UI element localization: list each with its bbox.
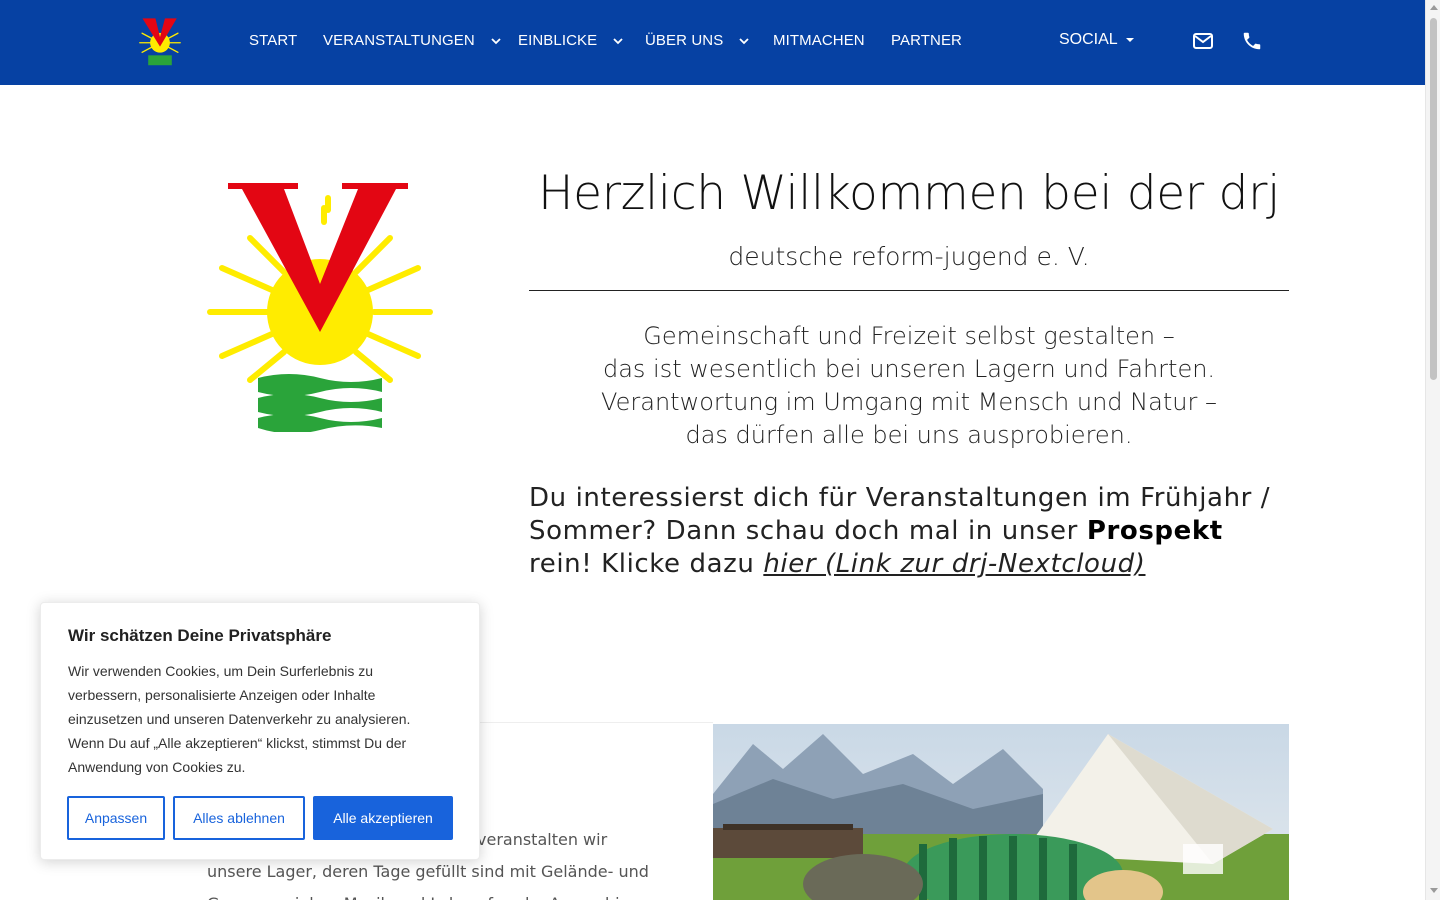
nav-mitmachen-label: MITMACHEN <box>773 32 865 49</box>
nav-start[interactable]: START <box>249 32 297 49</box>
nav-veranstaltungen-label: VERANSTALTUNGEN <box>323 32 475 49</box>
nav-start-label: START <box>249 32 298 49</box>
scroll-down-arrow-icon[interactable] <box>1430 888 1438 893</box>
reject-all-button[interactable]: Alles ablehnen <box>173 796 305 840</box>
page-scrollbar[interactable] <box>1425 0 1440 900</box>
nav-ueber-uns-label: ÜBER UNS <box>645 32 724 49</box>
prospect-text-2: rein! Klicke dazu <box>529 549 764 579</box>
nextcloud-link[interactable]: hier (Link zur drj-Nextcloud) <box>763 549 1145 579</box>
intro-line: Verantwortung im Umgang mit Mensch und N… <box>601 388 1217 416</box>
cookie-consent-dialog: Wir schätzen Deine Privatsphäre Wir verw… <box>40 602 480 860</box>
nav-mitmachen[interactable]: MITMACHEN <box>773 32 865 49</box>
page-title: Herzlich Willkommen bei der drj <box>538 166 1280 221</box>
cookie-text: Wir verwenden Cookies, um Dein Surferleb… <box>68 663 411 775</box>
chevron-down-icon <box>613 37 623 44</box>
prospect-paragraph: Du interessierst dich für Veranstaltunge… <box>529 482 1289 581</box>
nav-partner-label: PARTNER <box>891 32 962 49</box>
intro-line: das ist wesentlich bei unseren Lagern un… <box>602 355 1216 383</box>
nav-einblicke-label: EINBLICKE <box>518 32 598 49</box>
social-dropdown[interactable]: SOCIAL <box>1059 31 1134 49</box>
drj-logo <box>207 183 433 432</box>
prospect-bold: Prospekt <box>1086 516 1223 546</box>
customize-button[interactable]: Anpassen <box>67 796 165 840</box>
chevron-down-icon <box>739 37 749 44</box>
caret-down-icon <box>1125 38 1134 42</box>
scroll-up-arrow-icon[interactable] <box>1430 5 1438 10</box>
social-label: SOCIAL <box>1059 31 1118 48</box>
intro-text: Gemeinschaft und Freizeit selbst gestalt… <box>529 320 1289 452</box>
nav-partner[interactable]: PARTNER <box>891 32 962 49</box>
mail-icon[interactable] <box>1192 30 1214 52</box>
scroll-thumb[interactable] <box>1430 18 1437 380</box>
accept-all-button[interactable]: Alle akzeptieren <box>313 796 453 840</box>
cookie-title: Wir schätzen Deine Privatsphäre <box>68 626 332 645</box>
drj-logo-small[interactable] <box>138 18 182 66</box>
nav-einblicke[interactable]: EINBLICKE <box>518 32 625 49</box>
top-navbar: START VERANSTALTUNGEN EINBLICKE ÜBER UNS… <box>0 0 1425 85</box>
nav-veranstaltungen[interactable]: VERANSTALTUNGEN <box>323 32 503 49</box>
intro-line: Gemeinschaft und Freizeit selbst gestalt… <box>643 322 1175 350</box>
nav-ueber-uns[interactable]: ÜBER UNS <box>645 32 751 49</box>
camp-photo <box>713 724 1289 900</box>
phone-icon[interactable] <box>1241 30 1263 52</box>
chevron-down-icon <box>491 37 501 44</box>
intro-line: das dürfen alle bei uns ausprobieren. <box>685 421 1133 449</box>
hero-divider <box>529 290 1289 291</box>
page-subtitle: deutsche reform-jugend e. V. <box>728 242 1090 271</box>
